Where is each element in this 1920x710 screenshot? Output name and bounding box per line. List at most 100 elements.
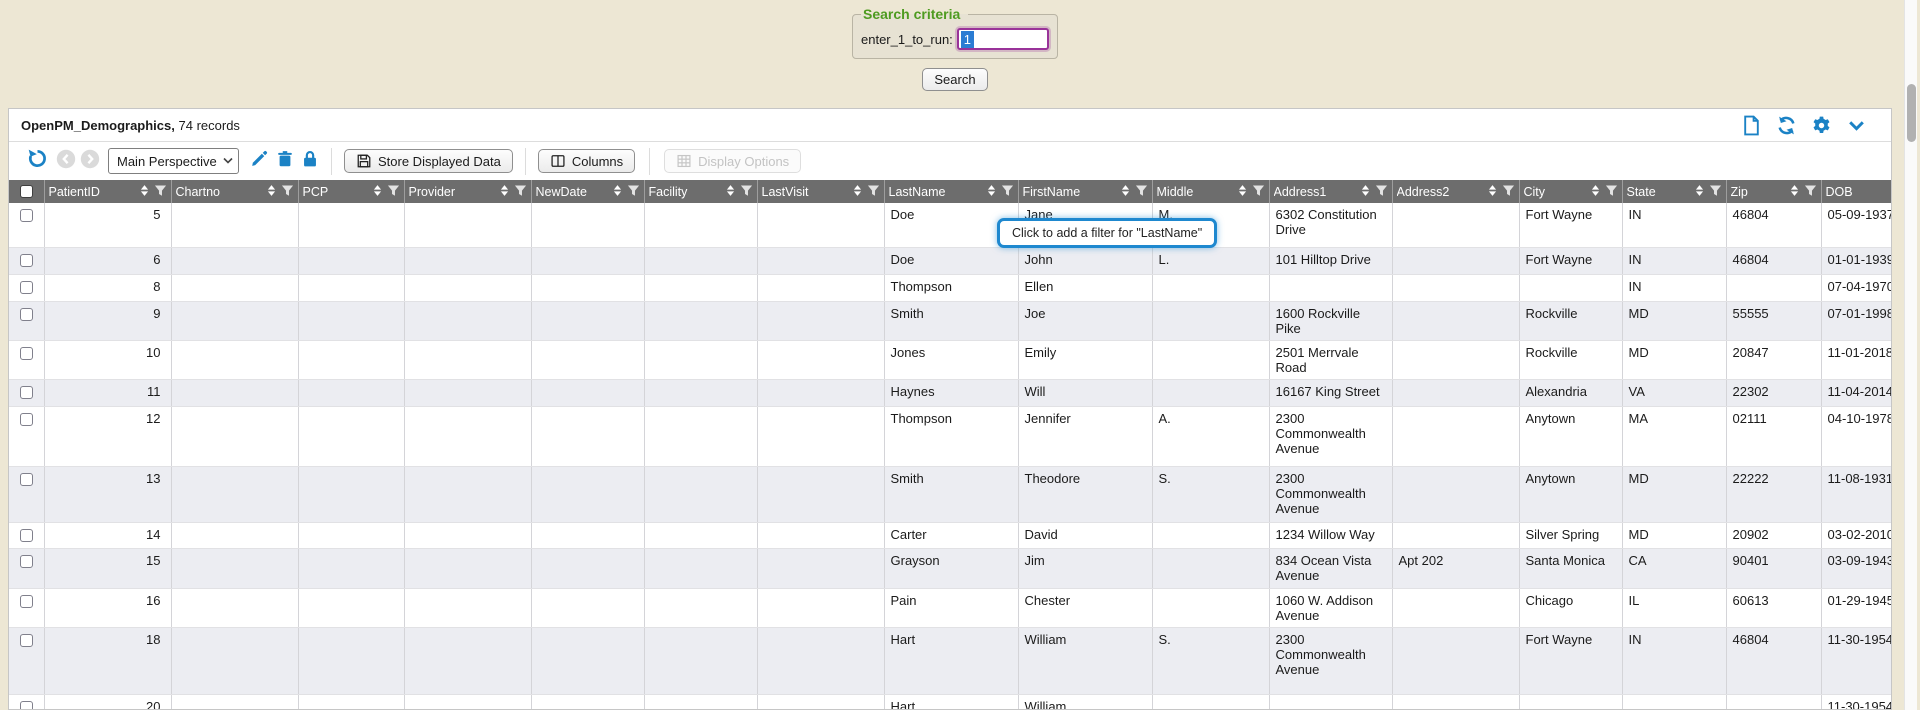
cell-city[interactable]: Fort Wayne bbox=[1519, 627, 1622, 694]
cell-patientid[interactable]: 8 bbox=[44, 274, 171, 301]
cell-city[interactable] bbox=[1519, 274, 1622, 301]
cell-zip[interactable]: 46804 bbox=[1726, 203, 1821, 247]
lock-icon[interactable] bbox=[301, 150, 319, 173]
cell-pcp[interactable] bbox=[298, 203, 404, 247]
cell-address1[interactable]: 834 Ocean Vista Avenue bbox=[1269, 548, 1392, 588]
cell-address2[interactable] bbox=[1392, 627, 1519, 694]
row-checkbox[interactable] bbox=[20, 347, 33, 360]
sort-icon[interactable] bbox=[267, 184, 276, 200]
cell-newdate[interactable] bbox=[531, 627, 644, 694]
sort-icon[interactable] bbox=[987, 184, 996, 200]
cell-address1[interactable]: 2501 Merrvale Road bbox=[1269, 340, 1392, 379]
cell-lastname[interactable]: Smith bbox=[884, 301, 1018, 340]
cell-address2[interactable] bbox=[1392, 406, 1519, 466]
cell-dob[interactable]: 01-29-1945 bbox=[1821, 588, 1892, 627]
store-displayed-data-button[interactable]: Store Displayed Data bbox=[344, 149, 513, 173]
cell-chartno[interactable] bbox=[171, 466, 298, 522]
cell-lastvisit[interactable] bbox=[757, 203, 884, 247]
cell-address1[interactable] bbox=[1269, 274, 1392, 301]
cell-provider[interactable] bbox=[404, 522, 531, 548]
cell-lastname[interactable]: Carter bbox=[884, 522, 1018, 548]
search-button[interactable]: Search bbox=[922, 68, 987, 91]
cell-state[interactable]: VA bbox=[1622, 379, 1726, 406]
cell-facility[interactable] bbox=[644, 522, 757, 548]
cell-dob[interactable]: 07-04-1970 bbox=[1821, 274, 1892, 301]
filter-funnel-icon[interactable] bbox=[1135, 184, 1148, 200]
cell-state[interactable]: MA bbox=[1622, 406, 1726, 466]
undo-icon[interactable] bbox=[27, 148, 48, 174]
cell-facility[interactable] bbox=[644, 301, 757, 340]
cell-dob[interactable]: 11-08-1931 bbox=[1821, 466, 1892, 522]
column-header-city[interactable]: City bbox=[1519, 180, 1622, 203]
cell-address2[interactable] bbox=[1392, 379, 1519, 406]
cell-chartno[interactable] bbox=[171, 379, 298, 406]
cell-city[interactable]: Chicago bbox=[1519, 588, 1622, 627]
cell-lastvisit[interactable] bbox=[757, 340, 884, 379]
cell-middle[interactable] bbox=[1152, 301, 1269, 340]
row-checkbox[interactable] bbox=[20, 386, 33, 399]
cell-facility[interactable] bbox=[644, 274, 757, 301]
row-checkbox[interactable] bbox=[20, 473, 33, 486]
cell-firstname[interactable]: Theodore bbox=[1018, 466, 1152, 522]
cell-middle[interactable]: S. bbox=[1152, 466, 1269, 522]
cell-patientid[interactable]: 12 bbox=[44, 406, 171, 466]
cell-dob[interactable]: 03-02-2010 bbox=[1821, 522, 1892, 548]
column-header-facility[interactable]: Facility bbox=[644, 180, 757, 203]
cell-pcp[interactable] bbox=[298, 466, 404, 522]
chevron-down-icon[interactable] bbox=[1846, 115, 1867, 136]
filter-funnel-icon[interactable] bbox=[1502, 184, 1515, 200]
column-header-lastvisit[interactable]: LastVisit bbox=[757, 180, 884, 203]
filter-funnel-icon[interactable] bbox=[514, 184, 527, 200]
cell-chartno[interactable] bbox=[171, 203, 298, 247]
sort-icon[interactable] bbox=[373, 184, 382, 200]
cell-lastvisit[interactable] bbox=[757, 247, 884, 274]
cell-city[interactable]: Anytown bbox=[1519, 406, 1622, 466]
sort-icon[interactable] bbox=[1695, 184, 1704, 200]
cell-chartno[interactable] bbox=[171, 247, 298, 274]
cell-lastname[interactable]: Pain bbox=[884, 588, 1018, 627]
column-header-address1[interactable]: Address1 bbox=[1269, 180, 1392, 203]
cell-address1[interactable]: 101 Hilltop Drive bbox=[1269, 247, 1392, 274]
cell-address2[interactable] bbox=[1392, 247, 1519, 274]
sort-icon[interactable] bbox=[1238, 184, 1247, 200]
cell-dob[interactable]: 11-04-2014 bbox=[1821, 379, 1892, 406]
cell-lastname[interactable]: Grayson bbox=[884, 548, 1018, 588]
sort-icon[interactable] bbox=[1591, 184, 1600, 200]
cell-address2[interactable] bbox=[1392, 340, 1519, 379]
cell-firstname[interactable]: William bbox=[1018, 627, 1152, 694]
sort-icon[interactable] bbox=[500, 184, 509, 200]
filter-funnel-icon[interactable] bbox=[1001, 184, 1014, 200]
cell-city[interactable]: Santa Monica bbox=[1519, 548, 1622, 588]
cell-dob[interactable]: 05-09-1937 bbox=[1821, 203, 1892, 247]
cell-facility[interactable] bbox=[644, 694, 757, 710]
cell-lastname[interactable]: Thompson bbox=[884, 274, 1018, 301]
cell-provider[interactable] bbox=[404, 627, 531, 694]
cell-zip[interactable]: 02111 bbox=[1726, 406, 1821, 466]
cell-patientid[interactable]: 20 bbox=[44, 694, 171, 710]
cell-pcp[interactable] bbox=[298, 301, 404, 340]
column-header-chartno[interactable]: Chartno bbox=[171, 180, 298, 203]
cell-pcp[interactable] bbox=[298, 247, 404, 274]
cell-newdate[interactable] bbox=[531, 588, 644, 627]
columns-button[interactable]: Columns bbox=[538, 149, 635, 173]
filter-tooltip[interactable]: Click to add a filter for "LastName" bbox=[997, 218, 1217, 248]
cell-firstname[interactable]: David bbox=[1018, 522, 1152, 548]
cell-patientid[interactable]: 11 bbox=[44, 379, 171, 406]
cell-patientid[interactable]: 9 bbox=[44, 301, 171, 340]
cell-lastvisit[interactable] bbox=[757, 588, 884, 627]
cell-zip[interactable]: 55555 bbox=[1726, 301, 1821, 340]
cell-provider[interactable] bbox=[404, 406, 531, 466]
sort-icon[interactable] bbox=[1488, 184, 1497, 200]
cell-dob[interactable]: 04-10-1978 bbox=[1821, 406, 1892, 466]
cell-firstname[interactable]: Jim bbox=[1018, 548, 1152, 588]
sort-icon[interactable] bbox=[1790, 184, 1799, 200]
cell-address1[interactable]: 1234 Willow Way bbox=[1269, 522, 1392, 548]
cell-chartno[interactable] bbox=[171, 627, 298, 694]
column-header-lastname[interactable]: LastName bbox=[884, 180, 1018, 203]
cell-facility[interactable] bbox=[644, 203, 757, 247]
cell-pcp[interactable] bbox=[298, 548, 404, 588]
column-header-pcp[interactable]: PCP bbox=[298, 180, 404, 203]
row-checkbox[interactable] bbox=[20, 254, 33, 267]
perspective-select[interactable]: Main Perspective bbox=[108, 148, 239, 174]
cell-patientid[interactable]: 16 bbox=[44, 588, 171, 627]
